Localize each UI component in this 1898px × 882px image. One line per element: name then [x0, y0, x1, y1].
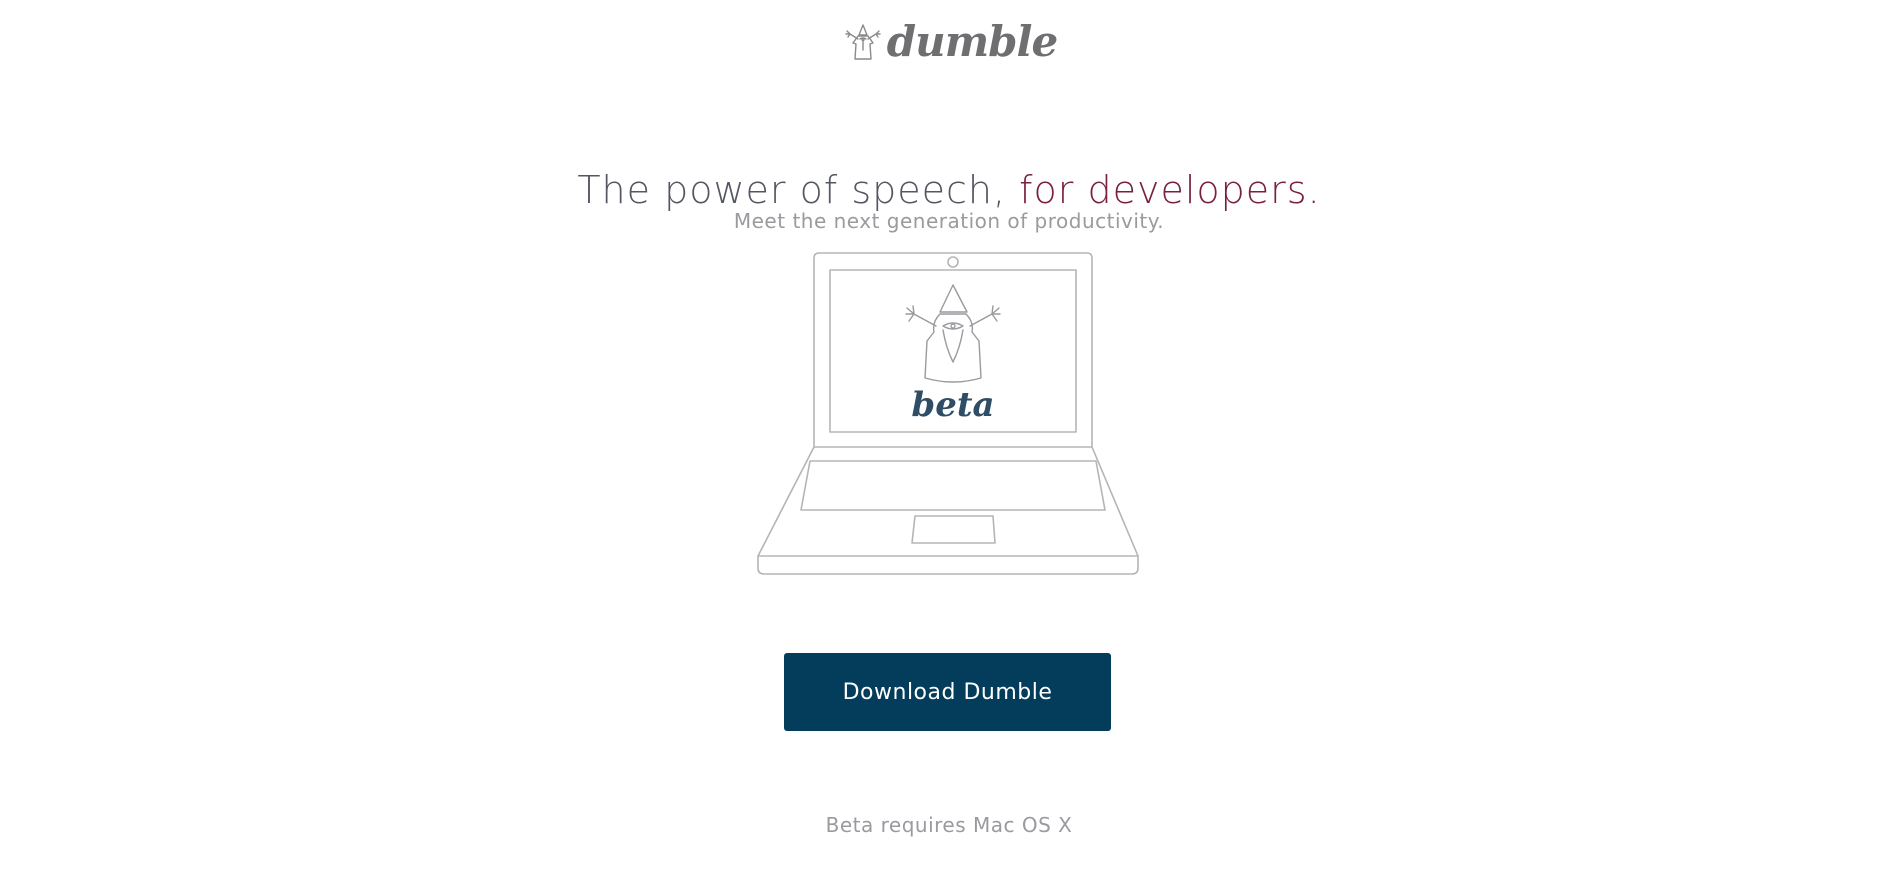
site-logo[interactable]: dumble: [0, 18, 1898, 66]
laptop-illustration: beta: [757, 252, 1139, 575]
headline: The power of speech, for developers.: [0, 167, 1898, 213]
headline-main: The power of speech,: [577, 168, 1020, 213]
download-button[interactable]: Download Dumble: [784, 653, 1111, 731]
wizard-icon: [845, 24, 881, 60]
requirement-note: Beta requires Mac OS X: [825, 813, 1073, 837]
subheadline: Meet the next generation of productivity…: [733, 209, 1165, 233]
headline-accent: for developers.: [1019, 168, 1321, 213]
wizard-icon: [905, 284, 1001, 383]
brand-name: dumble: [886, 17, 1058, 66]
beta-label: beta: [911, 385, 994, 425]
